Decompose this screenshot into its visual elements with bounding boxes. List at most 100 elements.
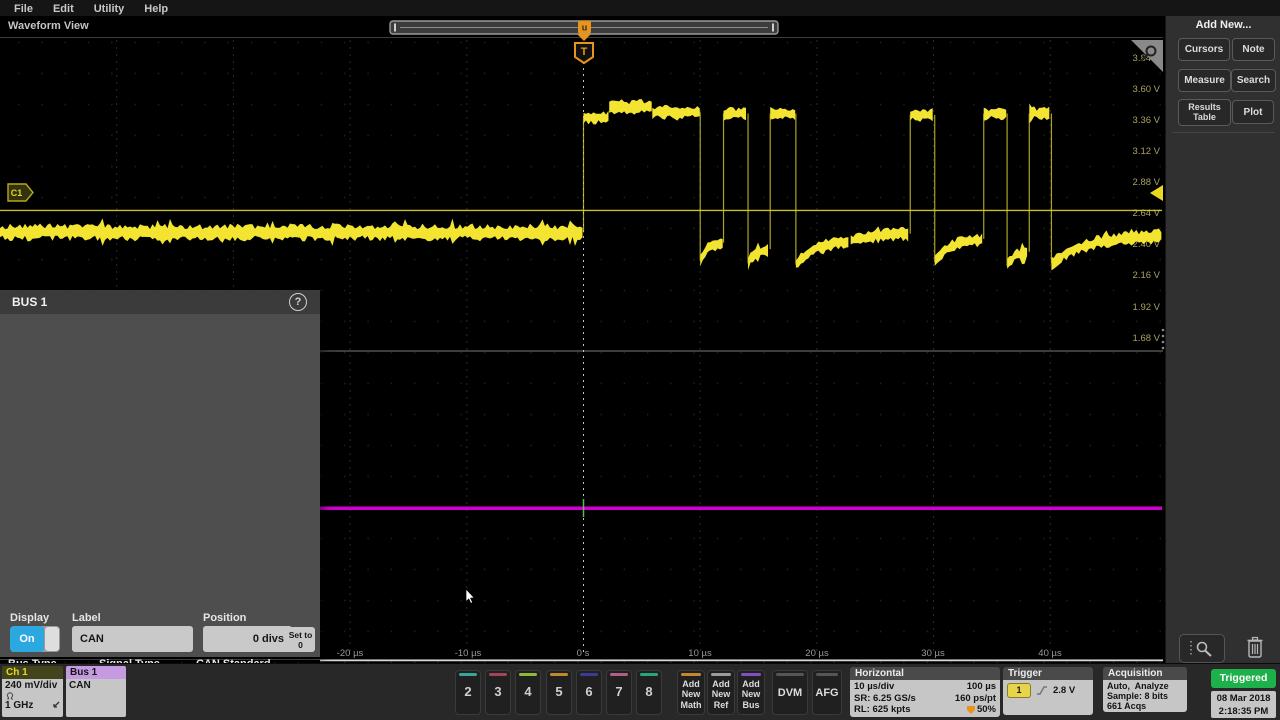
bandwidth-limit-icon (51, 701, 60, 710)
channel-5-button[interactable]: 5 (546, 670, 572, 715)
ch1-waveform-trace (796, 237, 849, 268)
display-toggle[interactable]: On (10, 626, 60, 652)
ch1-waveform-trace (700, 239, 723, 267)
channel-4-button[interactable]: 4 (515, 670, 541, 715)
bus1-panel-title: BUS 1 (12, 295, 47, 309)
horizontal-scale: 10 µs/div (854, 681, 894, 693)
channel-8-color (640, 673, 658, 676)
bus1-panel-header[interactable]: BUS 1 ? (0, 290, 320, 314)
record-length: RL: 625 kpts (854, 704, 911, 716)
ch1-waveform-trace (748, 243, 768, 271)
channel-2-color (459, 673, 477, 676)
trigger-source-badge: 1 (1007, 683, 1031, 698)
bus-row-handle[interactable] (1162, 341, 1165, 344)
zoom-magnifier-icon (1185, 639, 1219, 659)
menu-edit[interactable]: Edit (43, 3, 84, 15)
channel-6-color (580, 673, 598, 676)
position-label: Position (203, 612, 246, 624)
time-label: 10 µs (688, 648, 712, 659)
afg-button[interactable]: AFG (812, 670, 842, 715)
bus-row-handle[interactable] (1162, 329, 1165, 332)
voltage-label: 2.16 V (1133, 270, 1161, 281)
datetime-display: 08 Mar 2018 2:18:35 PM (1211, 691, 1276, 718)
note-button[interactable]: Note (1232, 38, 1275, 61)
settings-bar: Ch 1 240 mV/div 1 GHz Bus 1 CA (0, 663, 1280, 720)
menu-utility[interactable]: Utility (84, 3, 135, 15)
menu-file[interactable]: File (4, 3, 43, 15)
ch1-badge-title: Ch 1 (2, 666, 63, 679)
dvm-button[interactable]: DVM (772, 670, 808, 715)
display-label: Display (10, 612, 49, 624)
add-new-ref-button[interactable]: Add New Ref (707, 670, 735, 715)
add-new-math-button[interactable]: Add New Math (677, 670, 705, 715)
waveform-view-tab[interactable]: Waveform View (8, 20, 89, 32)
channel-4-color (519, 673, 537, 676)
menu-help[interactable]: Help (134, 3, 178, 15)
sample-rate: SR: 6.25 GS/s (854, 693, 916, 705)
horizontal-panel[interactable]: Horizontal 10 µs/div100 µs SR: 6.25 GS/s… (850, 667, 1000, 717)
cursors-button[interactable]: Cursors (1178, 38, 1230, 61)
position-input[interactable]: 0 divs (203, 626, 292, 652)
search-button[interactable]: Search (1231, 69, 1276, 92)
voltage-label: 2.64 V (1133, 208, 1161, 219)
horizontal-position: 50% (977, 704, 996, 716)
ch1-waveform-trace (0, 218, 583, 246)
add-new-bus-button[interactable]: Add New Bus (737, 670, 765, 715)
measure-button[interactable]: Measure (1178, 69, 1231, 92)
trigger-title: Trigger (1003, 667, 1093, 680)
trash-button[interactable] (1245, 635, 1265, 660)
help-icon[interactable]: ? (289, 293, 307, 311)
oscilloscope-screen: File Edit Utility Help 3.84 V3.60 V3.36 … (0, 0, 1280, 720)
set-to-zero-button[interactable]: Set to 0 (286, 627, 315, 652)
display-toggle-on: On (10, 626, 44, 652)
ch1-badge[interactable]: Ch 1 240 mV/div 1 GHz (2, 666, 63, 717)
bus1-badge-title: Bus 1 (66, 666, 126, 679)
time: 2:18:35 PM (1211, 705, 1276, 718)
voltage-label: 2.88 V (1133, 177, 1161, 188)
ch1-waveform-trace (584, 111, 609, 125)
math-color (681, 673, 701, 676)
bus1-badge-body: CAN (66, 679, 126, 717)
channel-7-button[interactable]: 7 (606, 670, 632, 715)
bus1-decode-track[interactable] (320, 507, 1162, 511)
time-label: 0 s (577, 648, 590, 659)
label-input[interactable]: CAN (72, 626, 193, 652)
channel-5-color (550, 673, 568, 676)
ch1-waveform-trace (935, 233, 983, 266)
acquisition-title: Acquisition (1103, 667, 1187, 680)
results-table-button[interactable]: Results Table (1178, 99, 1231, 126)
expansion-point-glyph: u (582, 23, 588, 33)
acquisition-count: 661 Acqs (1107, 701, 1183, 711)
bus1-config-panel: BUS 1 ? Display On Label CAN Position 0 … (0, 290, 320, 657)
trigger-panel[interactable]: Trigger 1 2.8 V (1003, 667, 1093, 715)
divider (1172, 132, 1275, 133)
ch1-waveform-trace (910, 108, 933, 122)
label-label: Label (72, 612, 101, 624)
add-new-title: Add New... (1166, 19, 1280, 31)
bus1-badge[interactable]: Bus 1 CAN (66, 666, 126, 717)
ch1-scale: 240 mV/div (5, 680, 60, 691)
ch1-badge-body: 240 mV/div 1 GHz (2, 679, 63, 717)
voltage-label: 1.92 V (1133, 302, 1161, 313)
bus-row-handle[interactable] (1162, 347, 1165, 350)
channel-2-button[interactable]: 2 (455, 670, 481, 715)
zoom-mode-button[interactable] (1179, 634, 1225, 663)
position-marker-icon (967, 706, 975, 714)
ch1-waveform-trace (652, 105, 700, 121)
plot-button[interactable]: Plot (1232, 100, 1274, 124)
ch1-waveform-trace (984, 108, 1007, 121)
channel-8-button[interactable]: 8 (636, 670, 662, 715)
rising-edge-icon (1036, 685, 1048, 696)
time-label: 30 µs (921, 648, 945, 659)
bus-row-handle[interactable] (1162, 335, 1165, 338)
acquisition-panel[interactable]: Acquisition Auto, Analyze Sample: 8 bits… (1103, 667, 1187, 712)
afg-stripe (816, 673, 838, 676)
bus1-type: CAN (69, 680, 123, 691)
trigger-level: 2.8 V (1053, 685, 1075, 697)
channel-6-button[interactable]: 6 (576, 670, 602, 715)
horizontal-window: 100 µs (967, 681, 996, 693)
channel-3-color (489, 673, 507, 676)
ch1-waveform-trace (724, 107, 747, 121)
channel-3-button[interactable]: 3 (485, 670, 511, 715)
trash-icon (1245, 635, 1265, 660)
